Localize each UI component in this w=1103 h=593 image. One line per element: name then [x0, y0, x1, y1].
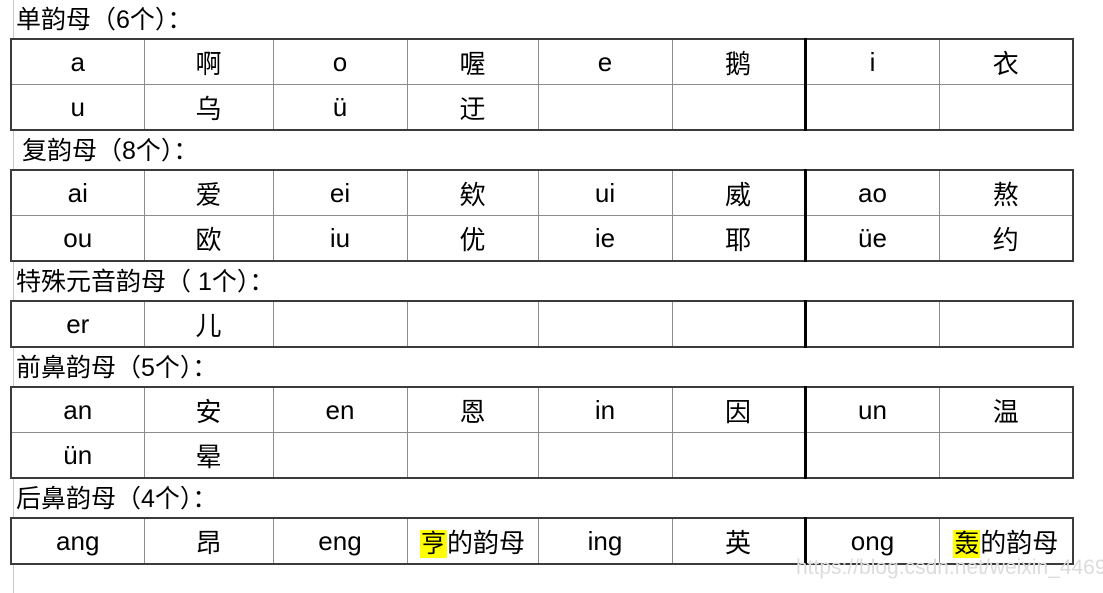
- cell-hanzi: 耶: [671, 215, 806, 262]
- cell-hanzi: 儿: [143, 300, 274, 348]
- cell-pinyin: [272, 300, 408, 348]
- cell-hanzi: 啊: [143, 38, 274, 85]
- cell-pinyin: ai: [10, 169, 145, 216]
- table-row: ang 昂 eng 亨的韵母 ing 英 ong 轰的韵母: [10, 517, 1074, 565]
- cell-pinyin: ou: [10, 215, 145, 262]
- cell-pinyin: [803, 432, 940, 479]
- cell-hanzi: 晕: [143, 432, 274, 479]
- cell-pinyin: e: [537, 38, 673, 85]
- cell-hanzi: 约: [938, 215, 1074, 262]
- cell-pinyin: ao: [803, 169, 940, 216]
- section-compound-finals: 复韵母（8个）： ai 爱 ei 欸 ui 威 ao 熬 ou 欧 iu 优 i…: [0, 131, 1103, 262]
- cell-pinyin: [803, 300, 940, 348]
- cell-pinyin: üe: [803, 215, 940, 262]
- cell-pinyin: iu: [272, 215, 408, 262]
- cell-hanzi: [938, 84, 1074, 131]
- cell-hanzi: [671, 84, 806, 131]
- cell-pinyin: a: [10, 38, 145, 85]
- cell-pinyin: un: [803, 386, 940, 433]
- cell-pinyin: eng: [272, 517, 408, 565]
- section-title-simple-finals: 单韵母（6个）：: [16, 6, 193, 34]
- table-row: er 儿: [10, 300, 1074, 348]
- cell-hanzi-suffix: 的韵母: [447, 527, 526, 558]
- cell-hanzi: 温: [938, 386, 1074, 433]
- cell-hanzi: 衣: [938, 38, 1074, 85]
- cell-pinyin: ong: [803, 517, 940, 565]
- cell-hanzi: [671, 432, 806, 479]
- table-compound-finals: ai 爱 ei 欸 ui 威 ao 熬 ou 欧 iu 优 ie 耶 üe 约: [10, 169, 1074, 262]
- cell-hanzi: 安: [143, 386, 274, 433]
- cell-pinyin: ui: [537, 169, 673, 216]
- cell-hanzi: 欧: [143, 215, 274, 262]
- cell-pinyin: ü: [272, 84, 408, 131]
- cell-hanzi: [938, 300, 1074, 348]
- cell-pinyin: [803, 84, 940, 131]
- section-title-special-vowel-final: 特殊元音韵母（ 1个）：: [16, 268, 275, 296]
- cell-hanzi: 喔: [406, 38, 539, 85]
- table-simple-finals: a 啊 o 喔 e 鹅 i 衣 u 乌 ü 迂: [10, 38, 1074, 131]
- cell-hanzi: [406, 300, 539, 348]
- cell-hanzi: 昂: [143, 517, 274, 565]
- table-front-nasal-finals: an 安 en 恩 in 因 un 温 ün 晕: [10, 386, 1074, 479]
- cell-hanzi: 迂: [406, 84, 539, 131]
- section-title-compound-finals: 复韵母（8个）：: [22, 137, 199, 165]
- cell-pinyin: in: [537, 386, 673, 433]
- cell-hanzi: 恩: [406, 386, 539, 433]
- cell-hanzi: 因: [671, 386, 806, 433]
- cell-pinyin: i: [803, 38, 940, 85]
- section-title-back-nasal-finals: 后鼻韵母（4个）：: [16, 485, 218, 513]
- cell-hanzi: 威: [671, 169, 806, 216]
- cell-hanzi: [671, 300, 806, 348]
- section-title-front-nasal-finals: 前鼻韵母（5个）：: [16, 354, 218, 382]
- cell-pinyin: o: [272, 38, 408, 85]
- highlight-mark: 亨: [419, 529, 447, 558]
- cell-hanzi: [406, 432, 539, 479]
- cell-pinyin: [537, 84, 673, 131]
- table-row: an 安 en 恩 in 因 un 温: [10, 386, 1074, 433]
- table-row: ai 爱 ei 欸 ui 威 ao 熬: [10, 169, 1074, 216]
- section-simple-finals: 单韵母（6个）： a 啊 o 喔 e 鹅 i 衣 u 乌 ü 迂: [0, 0, 1103, 131]
- cell-hanzi-suffix: 的韵母: [980, 527, 1059, 558]
- highlight-mark: 轰: [953, 529, 981, 558]
- cell-pinyin: [537, 300, 673, 348]
- cell-hanzi: 乌: [143, 84, 274, 131]
- cell-hanzi-highlighted: 轰的韵母: [938, 517, 1074, 565]
- cell-hanzi: 欸: [406, 169, 539, 216]
- section-special-vowel-final: 特殊元音韵母（ 1个）： er 儿: [0, 262, 1103, 348]
- table-row: u 乌 ü 迂: [10, 84, 1074, 131]
- cell-hanzi: 爱: [143, 169, 274, 216]
- section-back-nasal-finals: 后鼻韵母（4个）： ang 昂 eng 亨的韵母 ing 英 ong 轰的韵母: [0, 479, 1103, 565]
- cell-pinyin: [537, 432, 673, 479]
- section-front-nasal-finals: 前鼻韵母（5个）： an 安 en 恩 in 因 un 温 ün 晕: [0, 348, 1103, 479]
- cell-pinyin: er: [10, 300, 145, 348]
- cell-pinyin: ie: [537, 215, 673, 262]
- cell-pinyin: u: [10, 84, 145, 131]
- cell-hanzi: 鹅: [671, 38, 806, 85]
- cell-pinyin: ing: [537, 517, 673, 565]
- table-row: ou 欧 iu 优 ie 耶 üe 约: [10, 215, 1074, 262]
- cell-pinyin: ang: [10, 517, 145, 565]
- table-row: ün 晕: [10, 432, 1074, 479]
- cell-hanzi-highlighted: 亨的韵母: [406, 517, 539, 565]
- cell-hanzi: 熬: [938, 169, 1074, 216]
- pinyin-finals-document: 单韵母（6个）： a 啊 o 喔 e 鹅 i 衣 u 乌 ü 迂 复韵母（8个）…: [0, 0, 1103, 565]
- cell-hanzi: [938, 432, 1074, 479]
- table-special-vowel-final: er 儿: [10, 300, 1074, 348]
- cell-pinyin: an: [10, 386, 145, 433]
- cell-hanzi: 优: [406, 215, 539, 262]
- cell-hanzi: 英: [671, 517, 806, 565]
- cell-pinyin: ei: [272, 169, 408, 216]
- table-row: a 啊 o 喔 e 鹅 i 衣: [10, 38, 1074, 85]
- cell-pinyin: ün: [10, 432, 145, 479]
- cell-pinyin: [272, 432, 408, 479]
- table-back-nasal-finals: ang 昂 eng 亨的韵母 ing 英 ong 轰的韵母: [10, 517, 1074, 565]
- cell-pinyin: en: [272, 386, 408, 433]
